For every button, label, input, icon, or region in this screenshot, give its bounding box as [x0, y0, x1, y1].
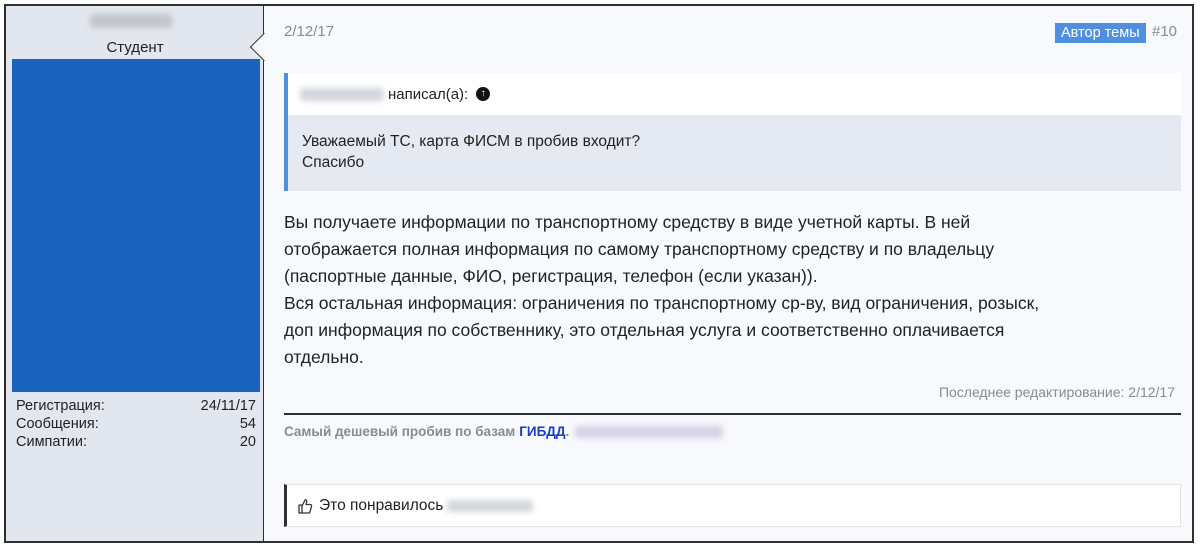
quote-line: Уважаемый ТС, карта ФИСМ в пробив входит…	[302, 133, 641, 150]
message-line: отдельно.	[284, 347, 364, 367]
message-line: доп информация по собственнику, это отде…	[284, 320, 1005, 340]
forum-post: Студент Регистрация: 24/11/17 Сообщения:…	[4, 4, 1194, 543]
quote-wrote-label: написал(а):	[388, 85, 469, 103]
message-line: отображается полная информация по самому…	[284, 239, 995, 259]
stat-label: Симпатии:	[16, 434, 88, 450]
signature-text: Самый дешевый пробив по базам	[284, 424, 516, 439]
stat-value: 20	[239, 434, 256, 450]
username-redacted[interactable]	[90, 14, 172, 28]
last-edited-note: Последнее редактирование: 2/12/17	[938, 384, 1175, 400]
signature-divider	[284, 413, 1181, 415]
stat-messages: Сообщения: 54	[16, 415, 256, 433]
stat-registration: Регистрация: 24/11/17	[16, 397, 256, 415]
stat-value: 54	[239, 416, 256, 432]
quote-block: написал(а): ↑ Уважаемый ТС, карта ФИСМ в…	[284, 73, 1181, 191]
quote-line: Спасибо	[302, 154, 365, 171]
user-stats: Регистрация: 24/11/17 Сообщения: 54 Симп…	[16, 397, 256, 451]
signature-link-redacted[interactable]	[575, 425, 724, 438]
likes-label: Это понравилось	[319, 496, 444, 514]
user-sidebar: Студент Регистрация: 24/11/17 Сообщения:…	[6, 6, 279, 541]
message-line: Вся остальная информация: ограничения по…	[284, 293, 1040, 313]
stat-label: Сообщения:	[16, 416, 99, 432]
post-date[interactable]: 2/12/17	[284, 23, 334, 40]
message-line: (паспортные данные, ФИО, регистрация, те…	[284, 266, 818, 286]
stat-value: 24/11/17	[200, 398, 256, 414]
user-title: Студент	[106, 39, 164, 56]
signature-link[interactable]: ГИБДД	[519, 424, 565, 439]
liked-by-redacted[interactable]	[447, 499, 534, 512]
author-badge: Автор темы	[1055, 23, 1146, 43]
quoted-user-redacted[interactable]	[300, 87, 384, 101]
post-content: 2/12/17 Автор темы #10 написал(а): ↑ Ува…	[264, 6, 1192, 541]
quote-body: Уважаемый ТС, карта ФИСМ в пробив входит…	[288, 115, 1181, 191]
post-number[interactable]: #10	[1152, 23, 1177, 40]
arrow-up-icon[interactable]: ↑	[476, 87, 491, 101]
signature-punct: .	[565, 424, 570, 439]
likes-bar: Это понравилось	[284, 484, 1181, 527]
thumbs-up-icon	[298, 498, 313, 514]
avatar[interactable]	[12, 59, 260, 392]
signature: Самый дешевый пробив по базам ГИБДД .	[284, 424, 724, 439]
stat-likes: Симпатии: 20	[16, 433, 256, 451]
stat-label: Регистрация:	[16, 398, 105, 414]
message-line: Вы получаете информации по транспортному…	[284, 212, 971, 232]
message-text: Вы получаете информации по транспортному…	[284, 209, 1174, 371]
quote-header: написал(а): ↑	[288, 73, 1181, 115]
